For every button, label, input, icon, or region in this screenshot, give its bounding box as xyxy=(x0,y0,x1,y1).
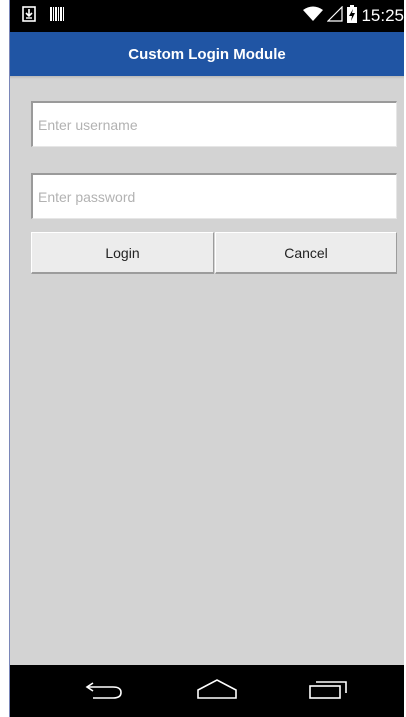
download-notification-icon xyxy=(22,5,36,27)
home-button[interactable] xyxy=(192,677,242,705)
wifi-icon xyxy=(303,6,324,27)
title-bar-shadow xyxy=(10,76,404,79)
login-button[interactable]: Login xyxy=(31,232,214,274)
recent-apps-button[interactable] xyxy=(304,677,354,705)
cancel-button[interactable]: Cancel xyxy=(215,232,397,274)
recent-apps-icon xyxy=(308,678,350,705)
title-bar: Custom Login Module xyxy=(10,32,404,76)
password-input[interactable] xyxy=(31,173,397,219)
signal-icon xyxy=(327,5,344,27)
username-input[interactable] xyxy=(31,101,397,147)
login-button-label: Login xyxy=(105,244,140,261)
status-clock: 15:25 xyxy=(361,6,404,25)
navigation-bar xyxy=(10,665,404,717)
battery-charging-icon xyxy=(347,4,358,28)
home-icon xyxy=(196,678,238,705)
barcode-notification-icon xyxy=(50,6,64,27)
status-notifications xyxy=(22,5,64,27)
status-indicators: 15:25 xyxy=(303,4,404,28)
page-title: Custom Login Module xyxy=(128,45,286,63)
back-button[interactable] xyxy=(80,677,130,705)
status-bar: 15:25 xyxy=(10,0,404,32)
phone-screen: 15:25 Custom Login Module Login Cancel xyxy=(9,0,404,717)
cancel-button-label: Cancel xyxy=(284,244,328,261)
back-icon xyxy=(85,678,125,705)
